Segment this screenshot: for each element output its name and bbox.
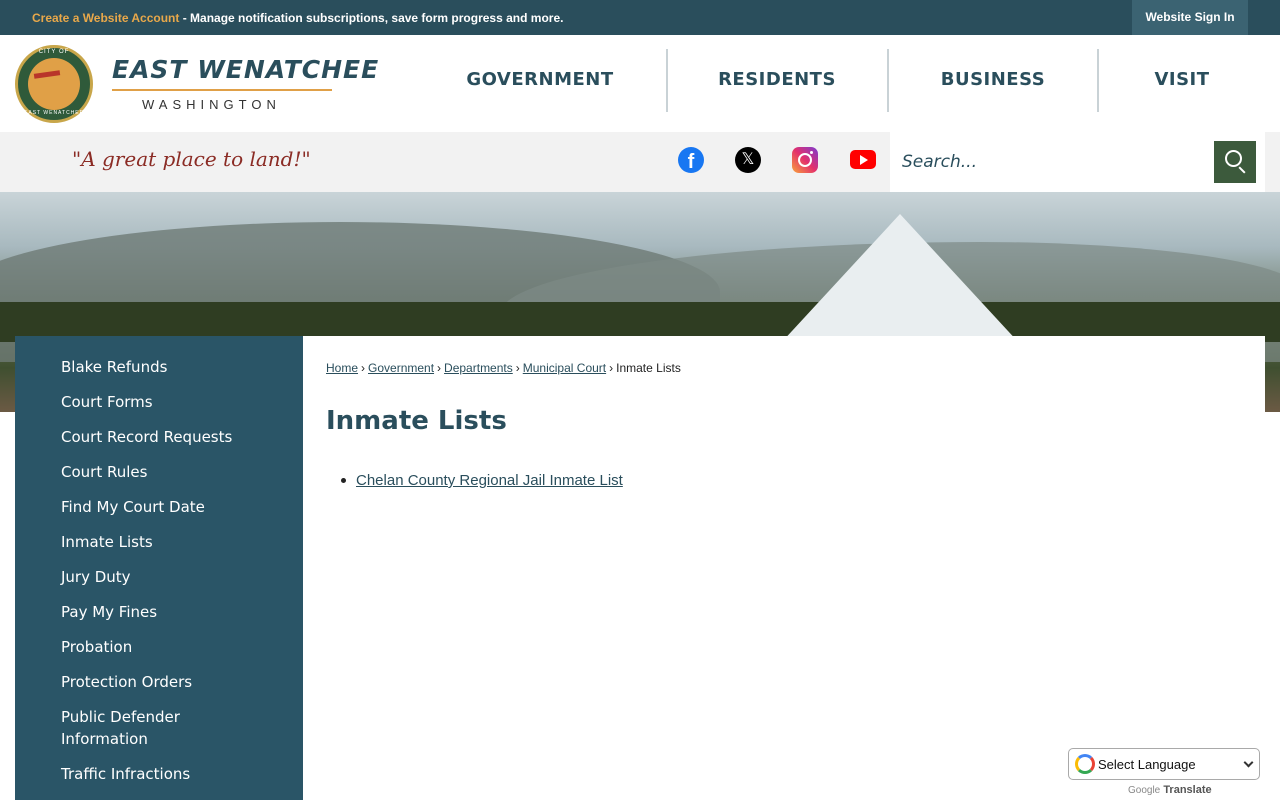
- language-select-label: Select Language: [1098, 757, 1196, 772]
- tagline-bar: "A great place to land!" f 𝕏: [0, 132, 1280, 192]
- sidebar-item-traffic-infractions[interactable]: Traffic Infractions: [61, 763, 261, 785]
- breadcrumb: Home › Government › Departments › Municipal Co…: [326, 361, 681, 375]
- instagram-icon[interactable]: [792, 147, 818, 173]
- sidebar-item-court-rules[interactable]: Court Rules: [61, 461, 261, 483]
- nav-visit[interactable]: VISIT: [1099, 35, 1265, 132]
- language-select[interactable]: Select Language: [1068, 748, 1260, 780]
- notification-text: - Manage notification subscriptions, sav…: [179, 11, 564, 25]
- notification-message: Create a Website Account - Manage notifi…: [32, 11, 563, 25]
- nav-government[interactable]: GOVERNMENT: [430, 35, 650, 132]
- breadcrumb-separator: ›: [437, 361, 442, 375]
- search-icon: [1225, 150, 1242, 167]
- x-twitter-icon[interactable]: 𝕏: [735, 147, 761, 173]
- breadcrumb-government[interactable]: Government: [368, 361, 434, 375]
- sidebar-item-public-defender-information[interactable]: Public Defender Information: [61, 706, 211, 750]
- create-account-link[interactable]: Create a Website Account: [32, 11, 179, 25]
- breadcrumb-home[interactable]: Home: [326, 361, 358, 375]
- main-content: Home › Government › Departments › Municipal Co…: [303, 336, 1265, 800]
- city-seal-logo[interactable]: CITY OF EAST WENATCHEE: [15, 45, 93, 123]
- sidebar-item-court-forms[interactable]: Court Forms: [61, 391, 261, 413]
- sidebar-item-jury-duty[interactable]: Jury Duty: [61, 566, 261, 588]
- logo-divider: [112, 89, 332, 91]
- list-bullet: [341, 478, 346, 483]
- facebook-icon[interactable]: f: [678, 147, 704, 173]
- youtube-icon[interactable]: [850, 150, 876, 169]
- search-box: [890, 132, 1265, 192]
- sidebar-nav: Blake Refunds Court Forms Court Record R…: [15, 336, 303, 800]
- powered-by-google-translate[interactable]: Google Translate: [1128, 784, 1212, 796]
- google-g-icon: [1075, 754, 1095, 774]
- seal-top-text: CITY OF: [38, 49, 70, 55]
- nav-residents[interactable]: RESIDENTS: [668, 35, 886, 132]
- site-header: CITY OF EAST WENATCHEE EAST WENATCHEE WA…: [0, 35, 1280, 132]
- sidebar-item-inmate-lists[interactable]: Inmate Lists: [61, 531, 261, 553]
- chevron-down-icon: [1243, 757, 1254, 768]
- sidebar-item-protection-orders[interactable]: Protection Orders: [61, 671, 261, 693]
- translate-label: Translate: [1163, 784, 1212, 796]
- nav-business[interactable]: BUSINESS: [889, 35, 1097, 132]
- chelan-county-jail-inmate-list-link[interactable]: Chelan County Regional Jail Inmate List: [356, 472, 623, 489]
- breadcrumb-separator: ›: [361, 361, 366, 375]
- search-input[interactable]: [902, 144, 1202, 180]
- sidebar-item-blake-refunds[interactable]: Blake Refunds: [61, 356, 261, 378]
- search-button[interactable]: [1214, 141, 1256, 183]
- notification-bar: Create a Website Account - Manage notifi…: [0, 0, 1280, 35]
- breadcrumb-current: Inmate Lists: [616, 361, 681, 375]
- google-wordmark: Google: [1128, 785, 1161, 796]
- breadcrumb-separator: ›: [609, 361, 614, 375]
- seal-bottom-text: EAST WENATCHEE: [24, 110, 84, 116]
- website-sign-in-button[interactable]: Website Sign In: [1132, 0, 1248, 35]
- page-title: Inmate Lists: [326, 406, 507, 436]
- breadcrumb-separator: ›: [515, 361, 520, 375]
- seal-globe: [28, 58, 80, 110]
- site-logo-name[interactable]: EAST WENATCHEE: [112, 55, 379, 84]
- sidebar-item-find-my-court-date[interactable]: Find My Court Date: [61, 496, 261, 518]
- sidebar-item-pay-my-fines[interactable]: Pay My Fines: [61, 601, 261, 623]
- breadcrumb-departments[interactable]: Departments: [444, 361, 513, 375]
- breadcrumb-municipal-court[interactable]: Municipal Court: [523, 361, 606, 375]
- sidebar-item-court-record-requests[interactable]: Court Record Requests: [61, 426, 261, 448]
- site-logo-subtitle: WASHINGTON: [142, 97, 281, 112]
- tagline: "A great place to land!": [72, 147, 311, 171]
- sidebar-item-probation[interactable]: Probation: [61, 636, 261, 658]
